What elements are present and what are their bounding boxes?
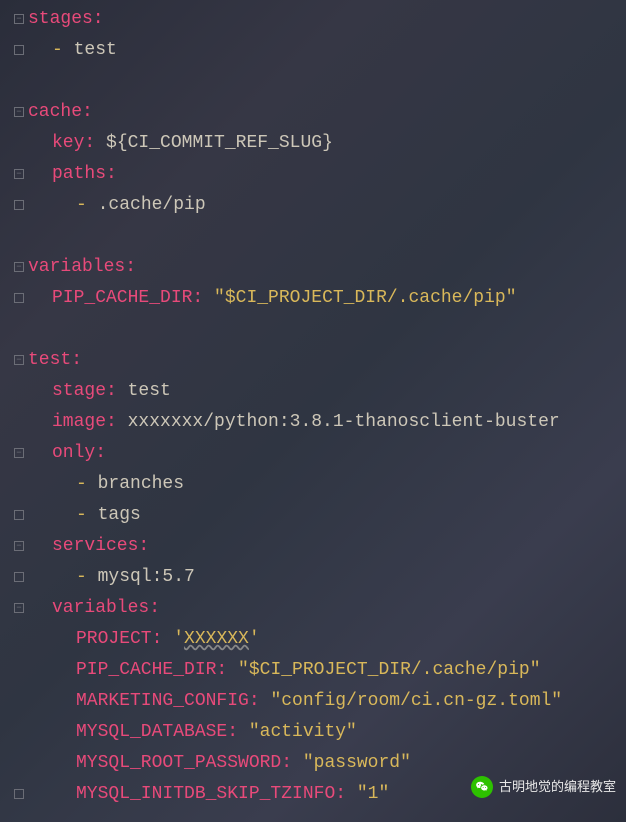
code-line: - branches	[28, 469, 626, 500]
fold-icon[interactable]	[14, 200, 24, 210]
code-line: - test	[28, 35, 626, 66]
fold-gutter	[0, 4, 24, 814]
code-line: MARKETING_CONFIG: "config/room/ci.cn-gz.…	[28, 686, 626, 717]
watermark-text: 古明地觉的编程教室	[499, 771, 616, 802]
fold-icon[interactable]	[14, 45, 24, 55]
code-line: cache:	[28, 97, 626, 128]
code-line: stages:	[28, 4, 626, 35]
code-line: MYSQL_DATABASE: "activity"	[28, 717, 626, 748]
wechat-icon	[471, 776, 493, 798]
fold-icon[interactable]	[14, 789, 24, 799]
code-line: only:	[28, 438, 626, 469]
fold-icon[interactable]	[14, 541, 24, 551]
code-line: test:	[28, 345, 626, 376]
fold-icon[interactable]	[14, 107, 24, 117]
code-line: stage: test	[28, 376, 626, 407]
fold-icon[interactable]	[14, 293, 24, 303]
watermark: 古明地觉的编程教室	[471, 771, 616, 802]
fold-icon[interactable]	[14, 14, 24, 24]
code-line: image: xxxxxxx/python:3.8.1-thanosclient…	[28, 407, 626, 438]
fold-icon[interactable]	[14, 262, 24, 272]
code-line: key: ${CI_COMMIT_REF_SLUG}	[28, 128, 626, 159]
code-line: PROJECT: 'XXXXXX'	[28, 624, 626, 655]
fold-icon[interactable]	[14, 603, 24, 613]
code-line: variables:	[28, 593, 626, 624]
code-line: - tags	[28, 500, 626, 531]
code-line: services:	[28, 531, 626, 562]
code-line: variables:	[28, 252, 626, 283]
fold-icon[interactable]	[14, 572, 24, 582]
code-line: PIP_CACHE_DIR: "$CI_PROJECT_DIR/.cache/p…	[28, 655, 626, 686]
code-line: paths:	[28, 159, 626, 190]
fold-icon[interactable]	[14, 448, 24, 458]
code-line: PIP_CACHE_DIR: "$CI_PROJECT_DIR/.cache/p…	[28, 283, 626, 314]
fold-icon[interactable]	[14, 169, 24, 179]
code-editor: stages: - test cache: key: ${CI_COMMIT_R…	[0, 0, 626, 810]
code-line: - .cache/pip	[28, 190, 626, 221]
fold-icon[interactable]	[14, 355, 24, 365]
code-line: - mysql:5.7	[28, 562, 626, 593]
fold-icon[interactable]	[14, 510, 24, 520]
